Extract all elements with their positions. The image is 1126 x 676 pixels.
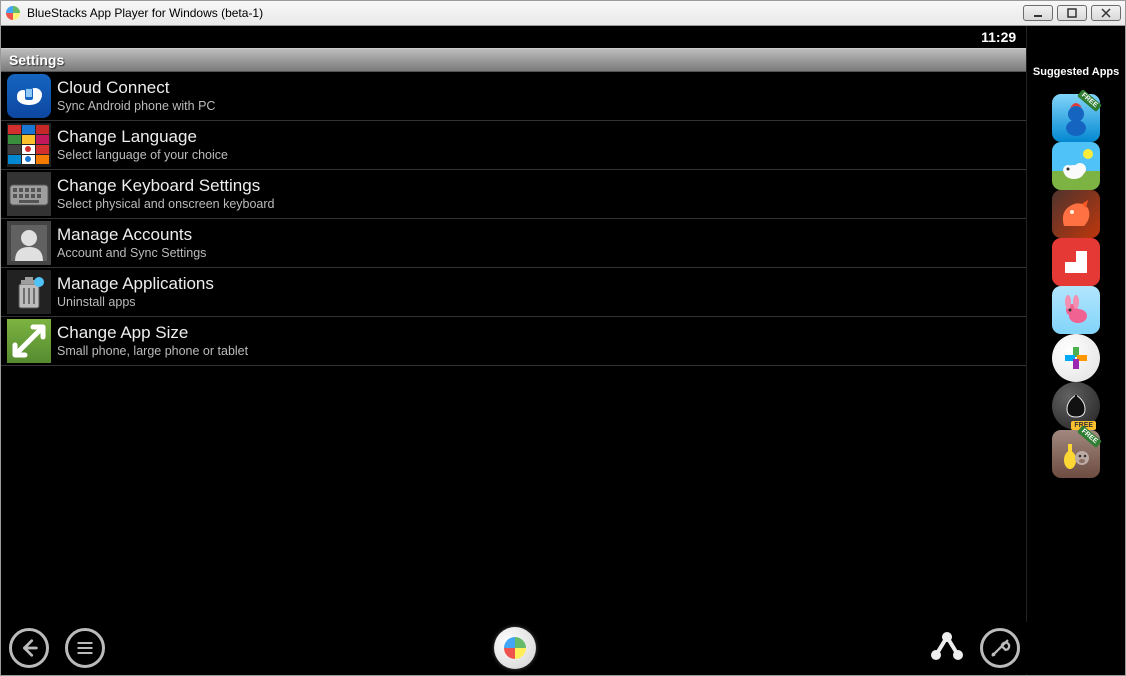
suggested-app-4[interactable] xyxy=(1052,238,1100,286)
back-button[interactable] xyxy=(9,628,49,668)
keyboard-icon xyxy=(7,172,51,216)
settings-item-subtitle: Small phone, large phone or tablet xyxy=(57,344,248,359)
sidebar-title: Suggested Apps xyxy=(1033,66,1119,78)
settings-item-cloud-connect[interactable]: Cloud Connect Sync Android phone with PC xyxy=(1,72,1026,121)
app-size-icon xyxy=(7,319,51,363)
window-title: BlueStacks App Player for Windows (beta-… xyxy=(27,6,263,20)
applications-icon xyxy=(7,270,51,314)
suggested-apps-sidebar: Suggested Apps FREE xyxy=(1026,26,1125,675)
settings-item-subtitle: Uninstall apps xyxy=(57,295,214,310)
settings-item-title: Manage Applications xyxy=(57,274,214,294)
bottom-nav-bar xyxy=(1,622,1028,674)
maximize-button[interactable] xyxy=(1057,5,1087,21)
settings-item-keyboard[interactable]: Change Keyboard Settings Select physical… xyxy=(1,170,1026,219)
suggested-app-5[interactable] xyxy=(1052,286,1100,334)
flags-icon xyxy=(7,123,51,167)
settings-item-title: Change Keyboard Settings xyxy=(57,176,275,196)
settings-header-title: Settings xyxy=(9,52,64,68)
player-area: 11:29 Settings Cloud Connect xyxy=(1,26,1026,674)
accounts-icon xyxy=(7,221,51,265)
suggested-app-1[interactable]: FREE xyxy=(1052,94,1100,142)
close-button[interactable] xyxy=(1091,5,1121,21)
settings-item-accounts[interactable]: Manage Accounts Account and Sync Setting… xyxy=(1,219,1026,268)
window-titlebar: BlueStacks App Player for Windows (beta-… xyxy=(0,0,1126,26)
suggested-app-2[interactable] xyxy=(1052,142,1100,190)
share-button[interactable] xyxy=(930,631,964,666)
settings-item-title: Change Language xyxy=(57,127,228,147)
settings-item-applications[interactable]: Manage Applications Uninstall apps xyxy=(1,268,1026,317)
settings-item-subtitle: Sync Android phone with PC xyxy=(57,99,215,114)
settings-header: Settings xyxy=(1,48,1026,72)
app-logo-icon xyxy=(5,5,21,21)
home-button[interactable] xyxy=(494,627,536,669)
suggested-app-8[interactable]: FREE xyxy=(1052,430,1100,478)
status-time: 11:29 xyxy=(981,29,1016,45)
suggested-app-6[interactable] xyxy=(1052,334,1100,382)
suggested-app-7[interactable]: FREE xyxy=(1052,382,1100,430)
settings-item-subtitle: Select physical and onscreen keyboard xyxy=(57,197,275,212)
settings-item-subtitle: Account and Sync Settings xyxy=(57,246,206,261)
settings-item-title: Change App Size xyxy=(57,323,248,343)
minimize-button[interactable] xyxy=(1023,5,1053,21)
settings-tools-button[interactable] xyxy=(980,628,1020,668)
cloud-connect-icon xyxy=(7,74,51,118)
settings-item-subtitle: Select language of your choice xyxy=(57,148,228,163)
suggested-app-3[interactable] xyxy=(1052,190,1100,238)
app-body: 11:29 Settings Cloud Connect xyxy=(0,26,1126,676)
settings-item-app-size[interactable]: Change App Size Small phone, large phone… xyxy=(1,317,1026,366)
settings-list: Cloud Connect Sync Android phone with PC xyxy=(1,72,1026,674)
settings-item-change-language[interactable]: Change Language Select language of your … xyxy=(1,121,1026,170)
settings-item-title: Cloud Connect xyxy=(57,78,215,98)
android-status-bar: 11:29 xyxy=(1,26,1026,48)
menu-button[interactable] xyxy=(65,628,105,668)
settings-item-title: Manage Accounts xyxy=(57,225,206,245)
